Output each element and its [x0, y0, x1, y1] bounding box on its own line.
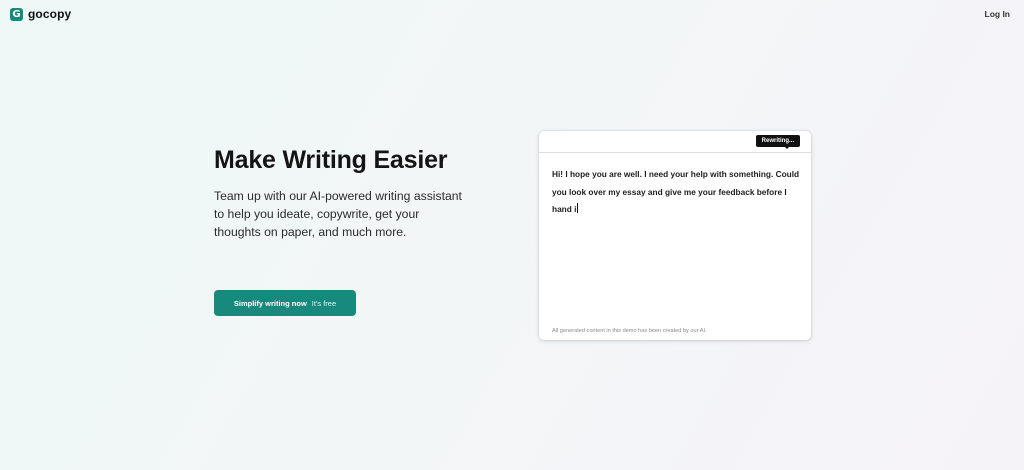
top-bar: G gocopy Log In — [0, 0, 1024, 28]
hero-section: Make Writing Easier Team up with our AI-… — [214, 146, 464, 241]
login-link[interactable]: Log In — [985, 9, 1011, 19]
status-badge: Rewriting... — [755, 135, 800, 147]
hero-title: Make Writing Easier — [214, 146, 448, 174]
cta-aside-label: It's free — [311, 298, 337, 308]
cta-main-label: Simplify writing now — [233, 298, 307, 308]
hero-subtitle: Team up with our AI-powered writing assi… — [214, 189, 462, 239]
logo-icon: G — [10, 7, 23, 21]
brand-logo[interactable]: G gocopy — [10, 7, 71, 21]
simplify-writing-button[interactable]: Simplify writing now It's free — [214, 290, 356, 316]
badge-tail — [784, 146, 790, 149]
editor-text-area[interactable]: Hi! I hope you are well. I need your hel… — [552, 166, 802, 219]
demo-editor: Rewriting... Hi! I hope you are well. I … — [539, 131, 811, 340]
editor-toolbar: Rewriting... — [539, 131, 811, 153]
brand-name: gocopy — [28, 7, 72, 21]
editor-text: Hi! I hope you are well. I need your hel… — [552, 169, 800, 214]
text-caret — [577, 203, 579, 213]
editor-footer-note: All generated content in this demo has b… — [552, 328, 707, 334]
